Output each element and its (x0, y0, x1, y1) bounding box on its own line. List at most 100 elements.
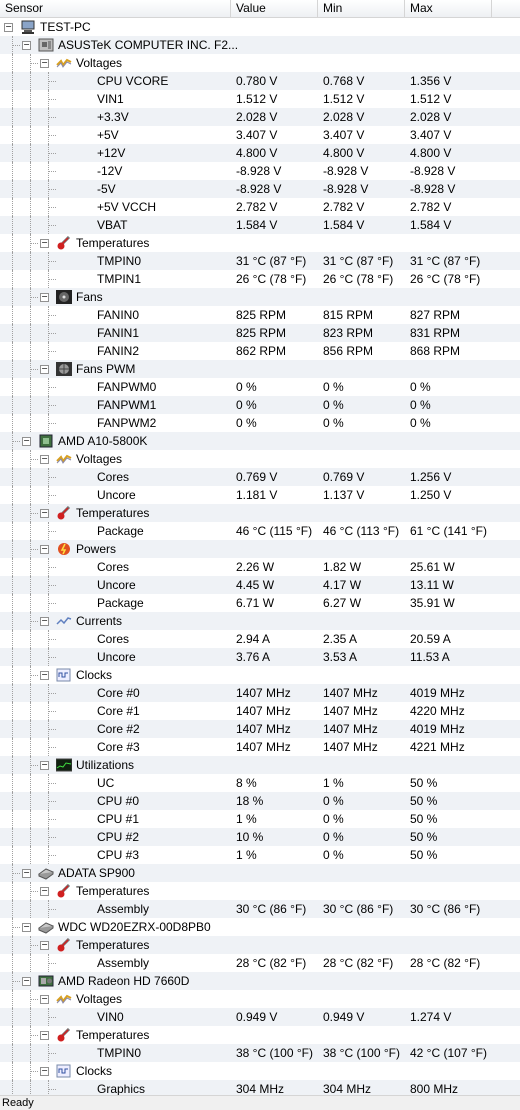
tree-node-voltage[interactable]: − Voltages (0, 54, 520, 72)
tree-line (30, 648, 31, 666)
collapse-toggle-icon[interactable]: − (4, 23, 13, 32)
sensor-row[interactable]: Package 6.71 W 6.27 W 35.91 W (0, 594, 520, 612)
sensor-row[interactable]: Package 46 °C (115 °F) 46 °C (113 °F) 61 °C… (0, 522, 520, 540)
sensor-row[interactable]: Assembly 28 °C (82 °F) 28 °C (82 °F) 28 °C … (0, 954, 520, 972)
thermometer-icon (56, 937, 72, 952)
collapse-toggle-icon[interactable]: − (40, 941, 49, 950)
sensor-row[interactable]: TMPIN0 38 °C (100 °F) 38 °C (100 °F) 42 °C … (0, 1044, 520, 1062)
tree-node-utilization[interactable]: − Utilizations (0, 756, 520, 774)
tree-line (12, 810, 13, 828)
collapse-toggle-icon[interactable]: − (22, 869, 31, 878)
clock-icon (56, 668, 72, 682)
sensor-row[interactable]: CPU #2 10 % 0 % 50 % (0, 828, 520, 846)
tree-node-thermometer[interactable]: − Temperatures (0, 1026, 520, 1044)
tree-node-disk[interactable]: − WDC WD20EZRX-00D8PB0 (0, 918, 520, 936)
tree-node-current[interactable]: − Currents (0, 612, 520, 630)
tree-line (12, 252, 13, 270)
sensor-row[interactable]: Core #2 1407 MHz 1407 MHz 4019 MHz (0, 720, 520, 738)
sensor-min: 4.800 V (323, 146, 365, 160)
tree-connector (30, 297, 38, 298)
sensor-tree[interactable]: − TEST-PC − ASUSTeK COMPUTER INC. F2... − Vol… (0, 18, 520, 1098)
sensor-row[interactable]: VBAT 1.584 V 1.584 V 1.584 V (0, 216, 520, 234)
tree-node-thermometer[interactable]: − Temperatures (0, 936, 520, 954)
sensor-row[interactable]: Cores 2.26 W 1.82 W 25.61 W (0, 558, 520, 576)
sensor-row[interactable]: -5V -8.928 V -8.928 V -8.928 V (0, 180, 520, 198)
tree-node-thermometer[interactable]: − Temperatures (0, 504, 520, 522)
tree-node-motherboard[interactable]: − ASUSTeK COMPUTER INC. F2... (0, 36, 520, 54)
collapse-toggle-icon[interactable]: − (22, 923, 31, 932)
sensor-row[interactable]: +5V 3.407 V 3.407 V 3.407 V (0, 126, 520, 144)
collapse-toggle-icon[interactable]: − (22, 977, 31, 986)
tree-node-power[interactable]: − Powers (0, 540, 520, 558)
sensor-row[interactable]: Assembly 30 °C (86 °F) 30 °C (86 °F) 30 °C … (0, 900, 520, 918)
sensor-row[interactable]: Uncore 4.45 W 4.17 W 13.11 W (0, 576, 520, 594)
header-min[interactable]: Min (318, 0, 405, 17)
sensor-row[interactable]: TMPIN1 26 °C (78 °F) 26 °C (78 °F) 26 °C (7… (0, 270, 520, 288)
collapse-toggle-icon[interactable]: − (40, 761, 49, 770)
sensor-value: 0.780 V (236, 74, 278, 88)
sensor-row[interactable]: TMPIN0 31 °C (87 °F) 31 °C (87 °F) 31 °C (8… (0, 252, 520, 270)
collapse-toggle-icon[interactable]: − (40, 59, 49, 68)
sensor-row[interactable]: +5V VCCH 2.782 V 2.782 V 2.782 V (0, 198, 520, 216)
collapse-toggle-icon[interactable]: − (40, 545, 49, 554)
collapse-toggle-icon[interactable]: − (40, 293, 49, 302)
header-value[interactable]: Value (231, 0, 318, 17)
node-label: -5V (97, 182, 116, 196)
sensor-row[interactable]: CPU #0 18 % 0 % 50 % (0, 792, 520, 810)
sensor-value: 1.512 V (236, 92, 278, 106)
tree-line (30, 594, 31, 612)
sensor-row[interactable]: FANIN2 862 RPM 856 RPM 868 RPM (0, 342, 520, 360)
tree-line (12, 234, 13, 252)
collapse-toggle-icon[interactable]: − (40, 455, 49, 464)
sensor-row[interactable]: Uncore 3.76 A 3.53 A 11.53 A (0, 648, 520, 666)
tree-node-voltage[interactable]: − Voltages (0, 450, 520, 468)
tree-node-voltage[interactable]: − Voltages (0, 990, 520, 1008)
tree-node-cpu[interactable]: − AMD A10-5800K (0, 432, 520, 450)
collapse-toggle-icon[interactable]: − (40, 887, 49, 896)
header-max[interactable]: Max (405, 0, 492, 17)
sensor-row[interactable]: +12V 4.800 V 4.800 V 4.800 V (0, 144, 520, 162)
tree-node-fan-pwm[interactable]: − Fans PWM (0, 360, 520, 378)
sensor-row[interactable]: CPU #1 1 % 0 % 50 % (0, 810, 520, 828)
tree-node-clock[interactable]: − Clocks (0, 1062, 520, 1080)
sensor-row[interactable]: CPU #3 1 % 0 % 50 % (0, 846, 520, 864)
sensor-row[interactable]: Core #1 1407 MHz 1407 MHz 4220 MHz (0, 702, 520, 720)
sensor-row[interactable]: Uncore 1.181 V 1.137 V 1.250 V (0, 486, 520, 504)
sensor-row[interactable]: Core #0 1407 MHz 1407 MHz 4019 MHz (0, 684, 520, 702)
sensor-row[interactable]: -12V -8.928 V -8.928 V -8.928 V (0, 162, 520, 180)
sensor-row[interactable]: Cores 2.94 A 2.35 A 20.59 A (0, 630, 520, 648)
collapse-toggle-icon[interactable]: − (40, 509, 49, 518)
tree-node-clock[interactable]: − Clocks (0, 666, 520, 684)
collapse-toggle-icon[interactable]: − (40, 671, 49, 680)
sensor-row[interactable]: FANIN0 825 RPM 815 RPM 827 RPM (0, 306, 520, 324)
tree-node-disk[interactable]: − ADATA SP900 (0, 864, 520, 882)
sensor-row[interactable]: Cores 0.769 V 0.769 V 1.256 V (0, 468, 520, 486)
collapse-toggle-icon[interactable]: − (40, 617, 49, 626)
sensor-row[interactable]: CPU VCORE 0.780 V 0.768 V 1.356 V (0, 72, 520, 90)
sensor-row[interactable]: UC 8 % 1 % 50 % (0, 774, 520, 792)
sensor-row[interactable]: VIN1 1.512 V 1.512 V 1.512 V (0, 90, 520, 108)
collapse-toggle-icon[interactable]: − (40, 239, 49, 248)
collapse-toggle-icon[interactable]: − (40, 1067, 49, 1076)
tree-node-thermometer[interactable]: − Temperatures (0, 234, 520, 252)
collapse-toggle-icon[interactable]: − (40, 365, 49, 374)
collapse-toggle-icon[interactable]: − (22, 437, 31, 446)
tree-node-computer[interactable]: − TEST-PC (0, 18, 520, 36)
collapse-toggle-icon[interactable]: − (40, 1031, 49, 1040)
sensor-row[interactable]: +3.3V 2.028 V 2.028 V 2.028 V (0, 108, 520, 126)
collapse-toggle-icon[interactable]: − (22, 41, 31, 50)
sensor-row[interactable]: FANPWM2 0 % 0 % 0 % (0, 414, 520, 432)
sensor-row[interactable]: FANPWM0 0 % 0 % 0 % (0, 378, 520, 396)
sensor-row[interactable]: FANIN1 825 RPM 823 RPM 831 RPM (0, 324, 520, 342)
header-sensor[interactable]: Sensor (0, 0, 231, 17)
sensor-row[interactable]: FANPWM1 0 % 0 % 0 % (0, 396, 520, 414)
sensor-value: -8.928 V (236, 182, 282, 196)
tree-node-fan[interactable]: − Fans (0, 288, 520, 306)
sensor-value: 1.181 V (236, 488, 278, 502)
sensor-row[interactable]: Core #3 1407 MHz 1407 MHz 4221 MHz (0, 738, 520, 756)
tree-connector (12, 981, 20, 982)
collapse-toggle-icon[interactable]: − (40, 995, 49, 1004)
sensor-row[interactable]: VIN0 0.949 V 0.949 V 1.274 V (0, 1008, 520, 1026)
tree-node-thermometer[interactable]: − Temperatures (0, 882, 520, 900)
tree-node-gpu[interactable]: − AMD Radeon HD 7660D (0, 972, 520, 990)
